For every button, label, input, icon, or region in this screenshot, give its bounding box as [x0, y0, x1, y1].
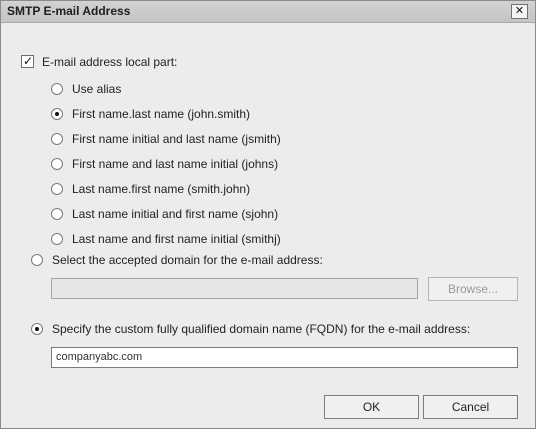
radio-button[interactable]	[51, 157, 63, 170]
radio-button[interactable]	[51, 107, 63, 120]
option-label: Last name initial and first name (sjohn)	[72, 206, 279, 221]
ok-button[interactable]: OK	[324, 395, 419, 419]
option-initial-last[interactable]: First name initial and last name (jsmith…	[51, 130, 281, 146]
local-part-label: E-mail address local part:	[42, 54, 178, 69]
custom-fqdn-label: Specify the custom fully qualified domai…	[52, 321, 471, 336]
accepted-domain-label: Select the accepted domain for the e-mai…	[52, 252, 323, 267]
option-last-initial[interactable]: Last name and first name initial (smithj…	[51, 230, 281, 246]
radio-button[interactable]	[51, 132, 63, 145]
close-icon: ✕	[514, 5, 525, 17]
accepted-domain-radio[interactable]	[31, 253, 43, 266]
radio-button[interactable]	[51, 82, 63, 95]
option-label: Last name and first name initial (smithj…	[72, 231, 281, 246]
option-first-initial[interactable]: First name and last name initial (johns)	[51, 155, 278, 171]
accepted-domain-radio-row[interactable]: Select the accepted domain for the e-mai…	[31, 251, 323, 267]
checkmark-icon: ✓	[23, 54, 34, 69]
cancel-button[interactable]: Cancel	[423, 395, 518, 419]
option-first-last[interactable]: First name.last name (john.smith)	[51, 105, 250, 121]
local-part-checkbox-row[interactable]: ✓ E-mail address local part:	[21, 53, 177, 69]
option-use-alias[interactable]: Use alias	[51, 80, 121, 96]
option-label: First name initial and last name (jsmith…	[72, 131, 281, 146]
custom-fqdn-input[interactable]: companyabc.com	[51, 347, 518, 368]
option-label: Use alias	[72, 81, 122, 96]
window-title: SMTP E-mail Address	[7, 4, 131, 18]
option-label: Last name.first name (smith.john)	[72, 181, 251, 196]
option-initial-first[interactable]: Last name initial and first name (sjohn)	[51, 205, 278, 221]
title-bar: SMTP E-mail Address ✕	[1, 1, 535, 23]
option-label: First name and last name initial (johns)	[72, 156, 279, 171]
custom-fqdn-radio[interactable]	[31, 322, 43, 335]
radio-button[interactable]	[51, 232, 63, 245]
accepted-domain-field	[51, 278, 418, 299]
smtp-email-address-dialog: SMTP E-mail Address ✕ ✓ E-mail address lo…	[0, 0, 536, 429]
radio-button[interactable]	[51, 182, 63, 195]
radio-button[interactable]	[51, 207, 63, 220]
custom-fqdn-radio-row[interactable]: Specify the custom fully qualified domai…	[31, 320, 470, 336]
option-last-first[interactable]: Last name.first name (smith.john)	[51, 180, 250, 196]
close-button[interactable]: ✕	[511, 4, 528, 19]
browse-button[interactable]: Browse...	[428, 277, 518, 301]
option-label: First name.last name (john.smith)	[72, 106, 251, 121]
local-part-checkbox[interactable]: ✓	[21, 54, 34, 69]
